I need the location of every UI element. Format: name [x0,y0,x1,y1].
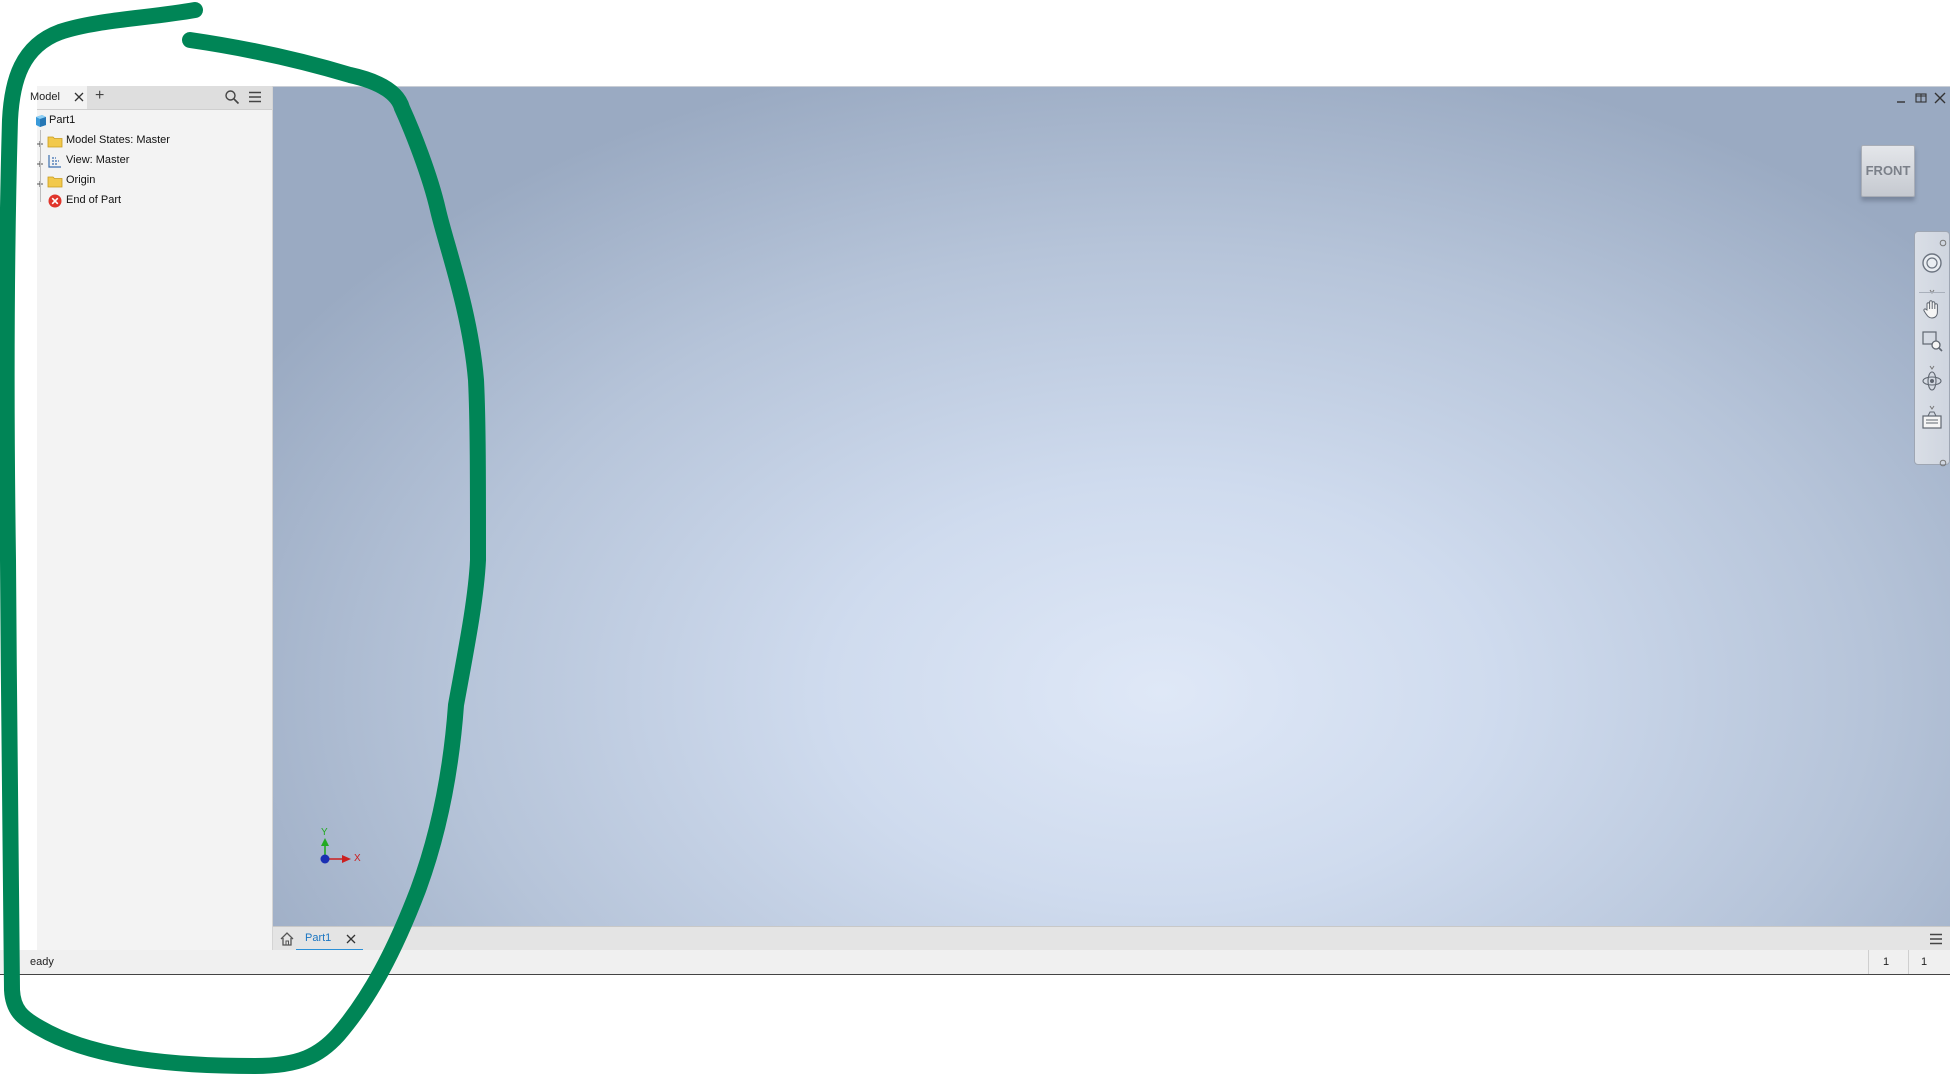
document-menu-button[interactable] [1928,931,1944,947]
part-icon [33,113,49,129]
close-icon[interactable] [1933,91,1947,105]
browser-tab-bar: Model + [30,86,272,110]
view-rep-icon [47,153,63,169]
browser-search-button[interactable] [224,89,240,105]
document-tab-part1[interactable]: Part1 [296,927,363,951]
viewcube[interactable]: FRONT [1861,145,1915,197]
document-tab-label: Part1 [305,932,332,944]
chevron-down-icon[interactable] [1927,398,1937,410]
tree-item-origin[interactable]: Origin [37,172,272,190]
model-browser-panel: Model + Part1 Model States: Master View:… [30,86,273,950]
status-field-2-value: 1 [1921,956,1928,968]
chevron-down-icon[interactable] [1927,358,1937,370]
zoom-window-icon[interactable] [1919,328,1945,354]
navigation-bar [1914,231,1950,467]
axis-x-label: X [354,853,361,864]
end-of-part-icon [47,193,63,209]
navbar-customize-icon[interactable] [1939,454,1947,467]
folder-icon [47,173,63,189]
tree-item-part1[interactable]: Part1 [36,112,272,130]
navbar-divider [1919,292,1945,293]
home-button[interactable] [278,930,296,948]
steering-wheel-icon[interactable] [1919,250,1945,276]
tab-model[interactable]: Model [30,86,87,109]
coordinate-triad: Y X [317,827,377,885]
close-icon[interactable] [345,932,357,944]
tree-item-label: End of Part [66,194,122,206]
viewcube-front-face[interactable]: FRONT [1861,145,1915,197]
pan-hand-icon[interactable] [1919,296,1945,322]
chevron-down-icon[interactable] [1927,282,1937,294]
look-at-icon[interactable] [1919,408,1945,434]
viewport-window-controls [1890,87,1950,111]
plus-icon: + [95,87,105,104]
home-icon [280,932,294,946]
add-tab-button[interactable]: + [92,87,110,106]
tree-item-label: Origin [66,174,96,186]
axis-y-label: Y [321,827,328,838]
tab-model-label: Model [30,91,60,103]
status-field-1: 1 [1868,950,1909,974]
hamburger-menu-icon [1930,933,1942,945]
tree-item-end-of-part[interactable]: End of Part [37,192,272,210]
tree-item-model-states[interactable]: Model States: Master [37,132,272,150]
expand-icon[interactable] [37,136,45,147]
orbit-icon[interactable] [1919,368,1945,394]
expand-icon[interactable] [37,176,45,187]
hamburger-menu-icon [249,91,261,103]
expand-icon[interactable] [37,156,45,167]
tree-item-label: Model States: Master [66,134,170,146]
navbar-close-icon[interactable] [1939,234,1947,247]
viewcube-label: FRONT [1865,163,1911,178]
tree-item-view-master[interactable]: View: Master [37,152,272,170]
tree-item-label: Part1 [49,114,76,126]
folder-icon [47,133,63,149]
status-field-2: 1 [1908,950,1950,974]
tree-item-label: View: Master [66,154,130,166]
status-bar: eady 1 1 [0,950,1950,975]
graphics-window[interactable]: FRONT Y X [273,86,1950,927]
status-text: eady [30,956,54,968]
browser-menu-button[interactable] [247,89,263,105]
restore-icon[interactable] [1914,91,1928,105]
search-icon [225,90,240,105]
tree-guide-line [40,130,41,202]
document-tab-bar: Part1 [273,926,1950,951]
status-field-1-value: 1 [1883,956,1890,968]
close-icon[interactable] [72,89,86,105]
minimize-icon[interactable] [1895,91,1909,105]
